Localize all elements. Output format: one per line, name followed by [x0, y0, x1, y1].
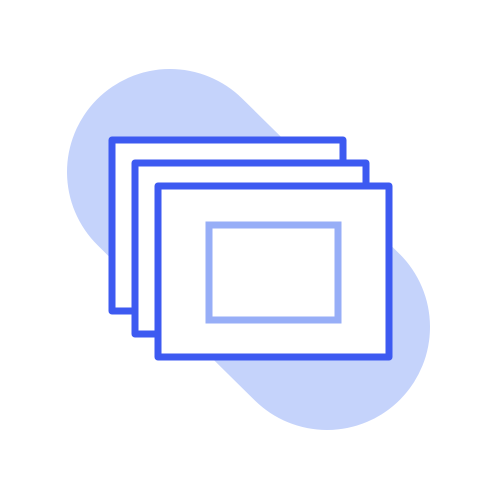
stacked-frames-icon	[67, 69, 430, 430]
icon-canvas	[0, 0, 501, 501]
front-frame	[154, 182, 393, 361]
